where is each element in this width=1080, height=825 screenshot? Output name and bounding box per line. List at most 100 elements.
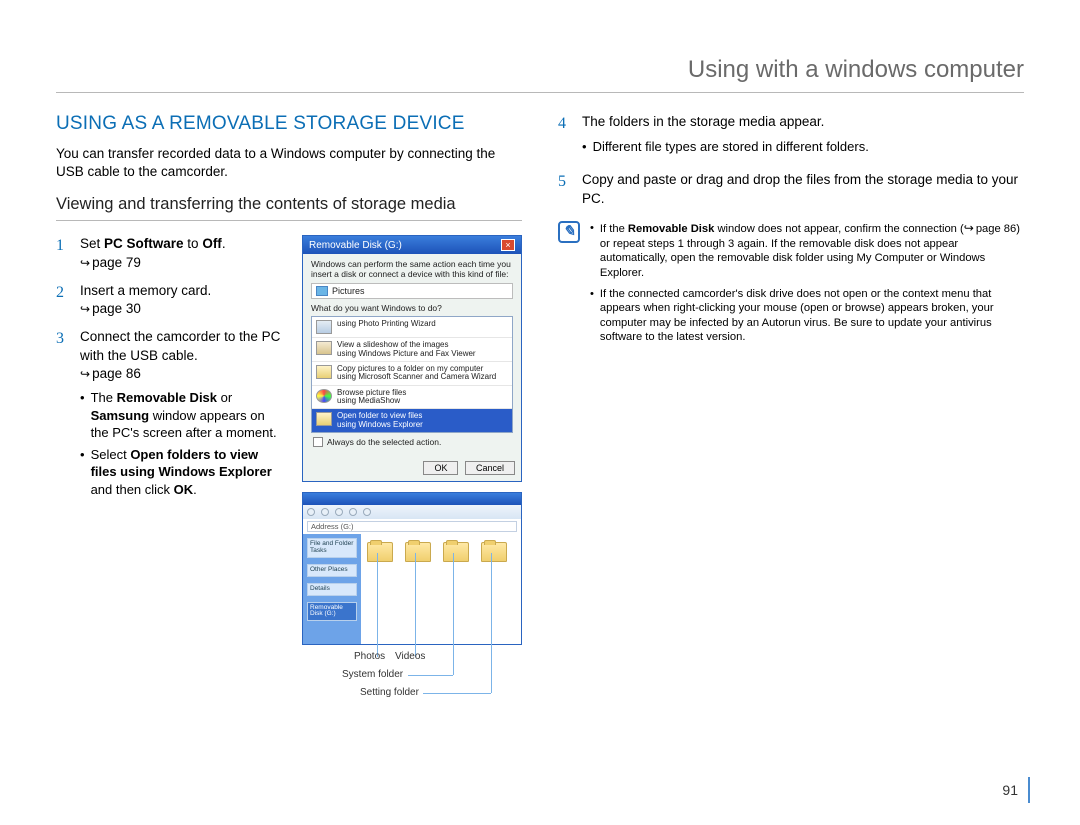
note-bold: Removable Disk	[628, 223, 714, 235]
action-sublabel: using Windows Picture and Fax Viewer	[337, 350, 476, 358]
bullet-bold: Removable Disk	[117, 390, 217, 405]
step-text: Copy and paste or drag and drop the file…	[582, 171, 1024, 209]
folder-item[interactable]	[441, 542, 471, 564]
toolbar-icon[interactable]	[349, 508, 357, 516]
sidebar-block[interactable]: Other Places	[307, 564, 357, 577]
step-text: Set	[80, 236, 104, 251]
bullet-text: The	[91, 390, 117, 405]
page-ref: page 30	[80, 301, 141, 316]
bullet-text: .	[193, 482, 197, 497]
bullet-text: Select	[91, 447, 131, 462]
callout-line	[377, 553, 378, 657]
sidebar-block[interactable]: Details	[307, 583, 357, 596]
step-number: 4	[558, 113, 572, 159]
step-3: 3 Connect the camcorder to the PC with t…	[56, 328, 286, 502]
callout-line	[453, 553, 454, 675]
mediashow-icon	[316, 389, 332, 403]
action-item[interactable]: Browse picture filesusing MediaShow	[312, 386, 512, 410]
left-column: USING AS A REMOVABLE STORAGE DEVICE You …	[56, 113, 522, 715]
bullet-text: or	[217, 390, 232, 405]
slideshow-icon	[316, 341, 332, 355]
explorer-sidebar: File and Folder Tasks Other Places Detai…	[303, 534, 361, 644]
dialog-titlebar: Removable Disk (G:) ×	[303, 236, 521, 254]
bullet-dot: •	[80, 446, 85, 499]
folder-item[interactable]	[365, 542, 395, 564]
note-text: window does not appear, confirm the conn…	[714, 223, 963, 235]
picture-icon	[316, 286, 328, 296]
action-sublabel: using MediaShow	[337, 397, 406, 405]
sidebar-block[interactable]: File and Folder Tasks	[307, 538, 357, 558]
folder-icon	[367, 542, 393, 562]
printer-icon	[316, 320, 332, 334]
note-text: If the connected camcorder's disk drive …	[600, 287, 1024, 345]
dialog-filetype: Pictures	[311, 283, 513, 299]
step-text: Insert a memory card.	[80, 283, 211, 298]
dialog-message: Windows can perform the same action each…	[311, 260, 513, 279]
action-item[interactable]: using Photo Printing Wizard	[312, 317, 512, 338]
callout-system: System folder	[342, 669, 403, 680]
action-sublabel: using Windows Explorer	[337, 421, 423, 429]
note-box: ✎ • If the Removable Disk window does no…	[558, 221, 1024, 351]
bullet-bold: OK	[174, 482, 194, 497]
step-bold: Off	[202, 236, 222, 251]
explorer-titlebar	[303, 493, 521, 505]
action-item[interactable]: View a slideshow of the imagesusing Wind…	[312, 338, 512, 362]
action-label: using Photo Printing Wizard	[337, 320, 436, 328]
toolbar-icon[interactable]	[321, 508, 329, 516]
dialog-action-list[interactable]: using Photo Printing Wizard View a slide…	[311, 316, 513, 433]
toolbar-icon[interactable]	[307, 508, 315, 516]
note-icon: ✎	[558, 221, 580, 243]
checkbox-icon[interactable]	[313, 437, 323, 447]
callout-videos: Videos	[395, 651, 425, 662]
action-sublabel: using Microsoft Scanner and Camera Wizar…	[337, 373, 496, 381]
page-ref: page 86	[80, 366, 141, 381]
callout-photos: Photos	[354, 651, 385, 662]
dialog-title: Removable Disk (G:)	[309, 240, 402, 251]
removable-disk-dialog: Removable Disk (G:) × Windows can perfor…	[302, 235, 522, 482]
ok-button[interactable]: OK	[423, 461, 458, 475]
step-text: Connect the camcorder to the PC with the…	[80, 329, 280, 362]
explorer-addressbar[interactable]: Address (G:)	[307, 521, 517, 532]
bullet-dot: •	[590, 287, 594, 345]
right-column: 4 The folders in the storage media appea…	[558, 113, 1024, 715]
step-bold: PC Software	[104, 236, 184, 251]
note-text: If the	[600, 223, 628, 235]
page-ref: page 79	[80, 255, 141, 270]
note-bullet: • If the connected camcorder's disk driv…	[590, 287, 1024, 345]
action-item[interactable]: Copy pictures to a folder on my computer…	[312, 362, 512, 386]
bullet: • The Removable Disk or Samsung window a…	[80, 389, 286, 442]
copy-icon	[316, 365, 332, 379]
step-5: 5 Copy and paste or drag and drop the fi…	[558, 171, 1024, 209]
toolbar-icon[interactable]	[335, 508, 343, 516]
folder-item[interactable]	[403, 542, 433, 564]
step-2: 2 Insert a memory card. page 30	[56, 282, 286, 318]
callout-line	[415, 553, 416, 657]
bullet-text: and then click	[91, 482, 174, 497]
cancel-button[interactable]: Cancel	[465, 461, 515, 475]
step-text: to	[184, 236, 203, 251]
callout-line	[423, 693, 491, 694]
action-item-selected[interactable]: Open folder to view filesusing Windows E…	[312, 409, 512, 432]
bullet: • Select Open folders to view files usin…	[80, 446, 286, 499]
explorer-toolbar	[303, 505, 521, 519]
folder-item[interactable]	[479, 542, 509, 564]
dialog-prompt: What do you want Windows to do?	[311, 303, 513, 313]
bullet-dot: •	[590, 221, 594, 280]
folder-open-icon	[316, 412, 332, 426]
folder-icon	[481, 542, 507, 562]
always-checkbox-row[interactable]: Always do the selected action.	[311, 433, 513, 451]
step-number: 1	[56, 235, 70, 271]
page-number: 91	[1002, 777, 1030, 803]
step-number: 3	[56, 328, 70, 502]
bullet-dot: •	[80, 389, 85, 442]
step-text: .	[222, 236, 226, 251]
bullet-dot: •	[582, 138, 587, 156]
toolbar-icon[interactable]	[363, 508, 371, 516]
callout-setting: Setting folder	[360, 687, 419, 698]
bullet-bold: Samsung	[91, 408, 150, 423]
close-icon[interactable]: ×	[501, 239, 515, 251]
callout-line	[408, 675, 453, 676]
dialog-filetype-label: Pictures	[332, 286, 365, 296]
step-4: 4 The folders in the storage media appea…	[558, 113, 1024, 159]
step-number: 5	[558, 171, 572, 209]
